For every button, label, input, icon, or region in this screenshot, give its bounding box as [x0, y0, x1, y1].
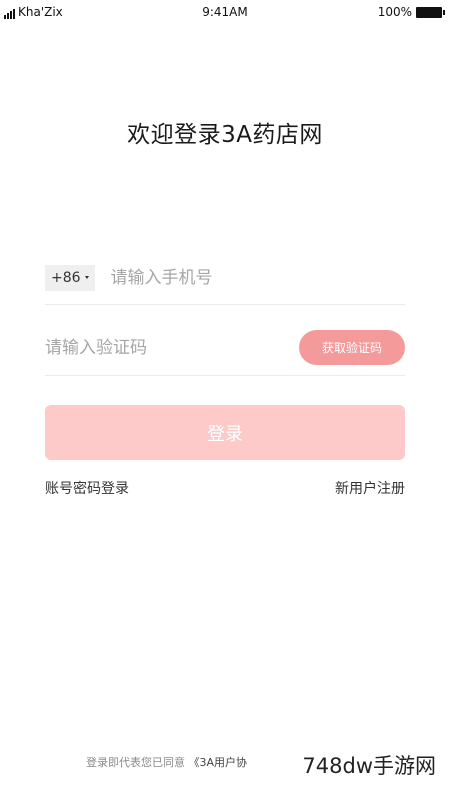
status-bar: Kha'Zix 9:41AM 100%	[0, 0, 450, 24]
login-screen: Kha'Zix 9:41AM 100% 欢迎登录3A药店网 +86 获取验证码 …	[0, 0, 450, 800]
battery-icon	[416, 6, 445, 18]
watermark: 748dw手游网	[298, 748, 440, 782]
agreement-text: 登录即代表您已同意 《3A用户协	[86, 754, 247, 770]
register-link[interactable]: 新用户注册	[335, 478, 405, 498]
caret-down-icon	[84, 276, 89, 279]
code-field-row: 获取验证码	[45, 322, 405, 376]
agreement-document-link[interactable]: 《3A用户协	[189, 756, 248, 769]
agreement-prefix: 登录即代表您已同意	[86, 756, 185, 769]
country-code-label: +86	[51, 269, 81, 286]
get-code-button[interactable]: 获取验证码	[299, 330, 405, 365]
country-code-selector[interactable]: +86	[45, 264, 95, 291]
login-button[interactable]: 登录	[45, 405, 405, 460]
phone-input[interactable]	[110, 267, 371, 288]
password-login-link[interactable]: 账号密码登录	[45, 478, 129, 498]
page-title: 欢迎登录3A药店网	[127, 122, 323, 148]
phone-field-row: +86	[45, 255, 405, 305]
verification-code-input[interactable]	[45, 337, 265, 358]
battery-percent: 100%	[377, 5, 412, 19]
